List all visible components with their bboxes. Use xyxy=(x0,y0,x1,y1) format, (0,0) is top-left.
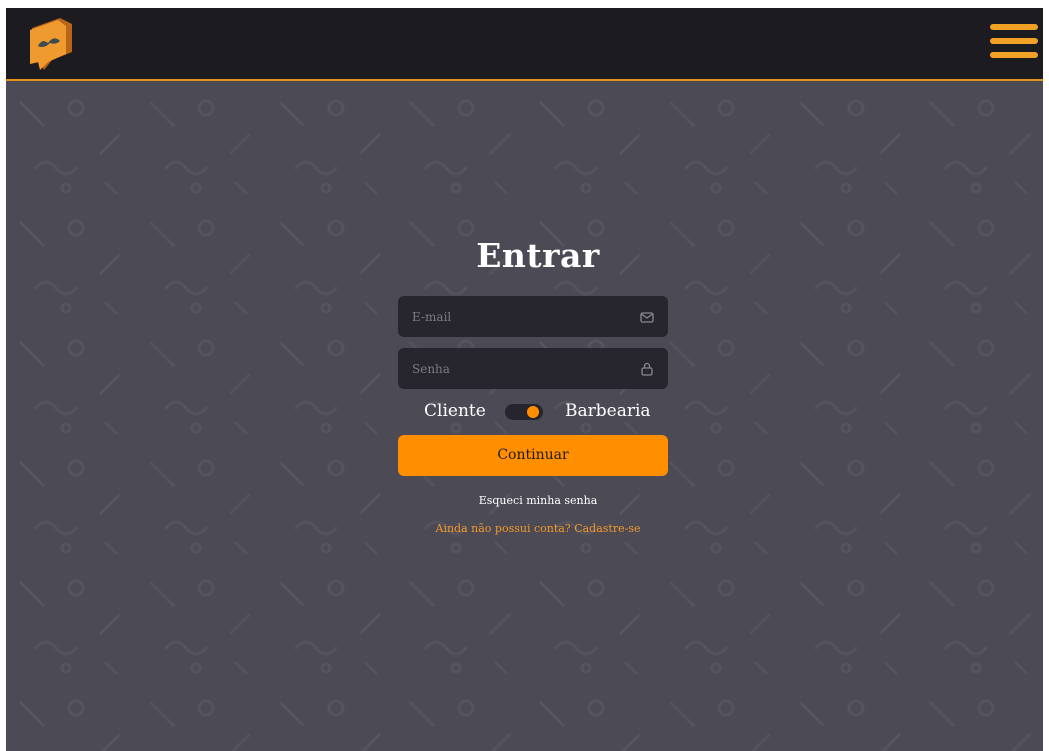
password-field[interactable] xyxy=(398,348,668,389)
account-type-toggle: Cliente Barbearia xyxy=(398,400,668,424)
menu-bar xyxy=(990,52,1038,58)
menu-bar xyxy=(990,38,1038,44)
mail-icon xyxy=(640,312,654,323)
app-frame: Entrar Cliente Barbearia Continuar Esque… xyxy=(6,8,1043,751)
hamburger-menu-icon[interactable] xyxy=(990,23,1040,63)
email-input[interactable] xyxy=(398,296,628,337)
mustache-logo-icon[interactable] xyxy=(26,16,74,72)
account-type-switch[interactable] xyxy=(505,404,543,420)
switch-knob xyxy=(527,406,539,418)
email-field[interactable] xyxy=(398,296,668,337)
menu-bar xyxy=(990,24,1038,30)
lock-icon xyxy=(641,362,653,376)
page-title: Entrar xyxy=(476,236,600,275)
top-header xyxy=(6,8,1043,81)
toggle-label-cliente[interactable]: Cliente xyxy=(424,401,486,421)
password-input[interactable] xyxy=(398,348,628,389)
continue-button[interactable]: Continuar xyxy=(398,435,668,476)
forgot-password-link[interactable]: Esqueci minha senha xyxy=(6,494,1043,507)
toggle-label-barbearia[interactable]: Barbearia xyxy=(565,401,651,421)
signup-link[interactable]: Ainda não possui conta? Cadastre-se xyxy=(6,522,1043,535)
